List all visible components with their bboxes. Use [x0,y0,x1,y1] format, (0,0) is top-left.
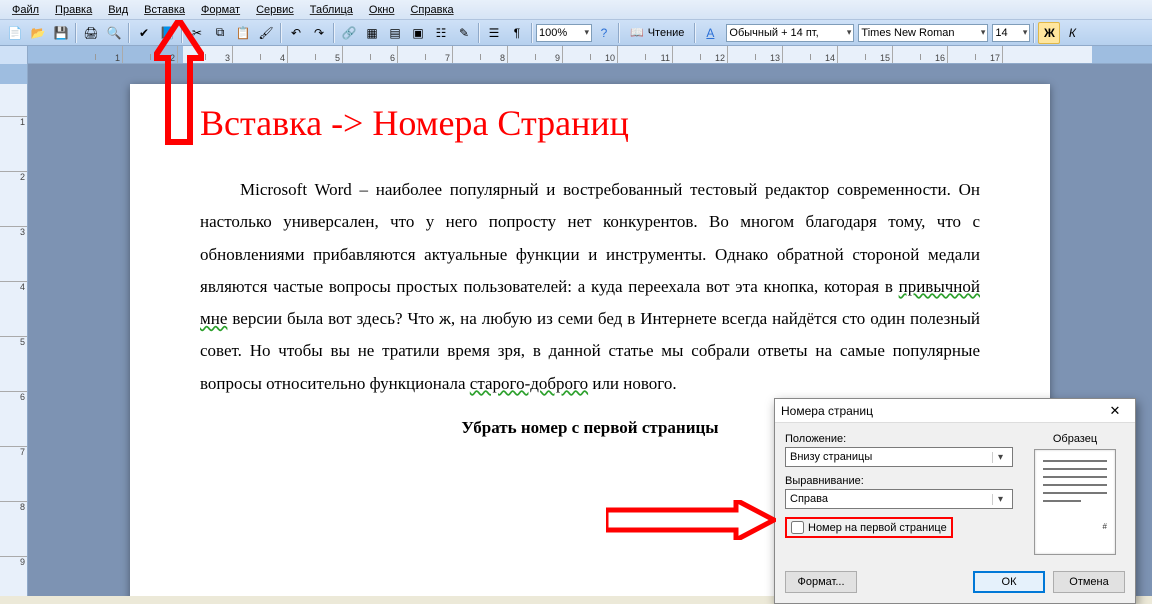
menu-view[interactable]: Вид [100,2,136,18]
spellcheck-button[interactable]: ✔ [133,22,155,44]
menu-help[interactable]: Справка [402,2,461,18]
first-page-number-label: Номер на первой странице [808,522,947,534]
bold-button[interactable]: Ж [1038,22,1060,44]
ruler-tick: 11 [618,46,673,63]
menu-file[interactable]: Файл [4,2,47,18]
style-pane-button[interactable]: A [699,22,721,44]
format-painter-button[interactable]: 🖌 [255,22,277,44]
copy-button[interactable]: ⧉ [209,22,231,44]
font-value: Times New Roman [861,27,954,39]
ruler-tick: 4 [233,46,288,63]
annotation-arrow-right [606,500,776,543]
font-size-combo[interactable]: 14 ▾ [992,24,1030,42]
menu-tools[interactable]: Сервис [248,2,302,18]
font-combo[interactable]: Times New Roman ▾ [858,24,988,42]
open-button[interactable]: 📂 [27,22,49,44]
dropdown-arrow-icon: ▾ [992,494,1008,505]
ruler-tick: 10 [563,46,618,63]
vertical-ruler[interactable]: 1 2 3 4 5 6 7 8 9 [0,64,28,596]
menu-format[interactable]: Формат [193,2,248,18]
print-button[interactable]: 🖨 [80,22,102,44]
ruler-tick: 15 [838,46,893,63]
ruler-tick: 6 [343,46,398,63]
ruler-tick: 14 [783,46,838,63]
position-value: Внизу страницы [790,451,872,463]
position-combo[interactable]: Внизу страницы ▾ [785,447,1013,467]
dropdown-arrow-icon: ▾ [981,27,986,38]
first-page-number-checkbox[interactable] [791,521,804,534]
doc-map-button[interactable]: ☰ [483,22,505,44]
save-button[interactable]: 💾 [50,22,72,44]
ruler-tick: 13 [728,46,783,63]
ruler-corner [0,46,28,64]
reading-label: Чтение [648,27,685,39]
excel-button[interactable]: ▣ [407,22,429,44]
ruler-tick: 8 [453,46,508,63]
ok-button[interactable]: ОК [973,571,1045,593]
size-value: 14 [995,27,1007,39]
ruler-tick: 5 [288,46,343,63]
insert-table-button[interactable]: ▤ [384,22,406,44]
cancel-button[interactable]: Отмена [1053,571,1125,593]
italic-button[interactable]: К [1061,22,1083,44]
format-button[interactable]: Формат... [785,571,857,593]
help-button[interactable]: ? [593,22,615,44]
style-combo[interactable]: Обычный + 14 пт, ▾ [726,24,854,42]
first-page-number-checkbox-group[interactable]: Номер на первой странице [785,517,953,538]
menu-window[interactable]: Окно [361,2,403,18]
ruler-tick: 1 [68,46,123,63]
menubar: Файл Правка Вид Вставка Формат Сервис Та… [0,0,1152,20]
ruler-tick: 17 [948,46,1003,63]
alignment-combo[interactable]: Справа ▾ [785,489,1013,509]
dialog-title-text: Номера страниц [781,404,873,418]
drawing-button[interactable]: ✎ [453,22,475,44]
redo-button[interactable]: ↷ [308,22,330,44]
book-icon: 📖 [630,26,644,39]
annotation-title: Вставка -> Номера Страниц [200,102,980,144]
style-value: Обычный + 14 пт, [729,27,818,39]
undo-button[interactable]: ↶ [285,22,307,44]
print-preview-button[interactable]: 🔍 [103,22,125,44]
preview-label: Образец [1025,433,1125,445]
annotation-arrow-up [154,20,204,160]
new-doc-button[interactable]: 📄 [4,22,26,44]
document-paragraph: Microsoft Word – наиболее популярный и в… [200,174,980,400]
tables-borders-button[interactable]: ▦ [361,22,383,44]
dialog-close-button[interactable]: ✕ [1101,402,1129,420]
ruler-tick: 16 [893,46,948,63]
menu-insert[interactable]: Вставка [136,2,193,18]
dropdown-arrow-icon: ▾ [847,27,852,38]
dropdown-arrow-icon: ▾ [1023,27,1028,38]
zoom-value: 100% [539,27,567,39]
menu-table[interactable]: Таблица [302,2,361,18]
position-label: Положение: [785,433,1013,445]
ruler-tick: 12 [673,46,728,63]
dropdown-arrow-icon: ▾ [584,27,589,38]
dialog-titlebar[interactable]: Номера страниц ✕ [775,399,1135,423]
ruler-tick: 9 [508,46,563,63]
paste-button[interactable]: 📋 [232,22,254,44]
preview-box: # [1034,449,1116,555]
hyperlink-button[interactable]: 🔗 [338,22,360,44]
alignment-label: Выравнивание: [785,475,1013,487]
columns-button[interactable]: ☷ [430,22,452,44]
ruler-tick: 7 [398,46,453,63]
menu-edit[interactable]: Правка [47,2,100,18]
reading-mode-button[interactable]: 📖 Чтение [623,22,691,44]
alignment-value: Справа [790,493,828,505]
zoom-combo[interactable]: 100% ▾ [536,24,592,42]
dropdown-arrow-icon: ▾ [992,452,1008,463]
show-all-button[interactable]: ¶ [506,22,528,44]
page-numbers-dialog: Номера страниц ✕ Положение: Внизу страни… [774,398,1136,604]
